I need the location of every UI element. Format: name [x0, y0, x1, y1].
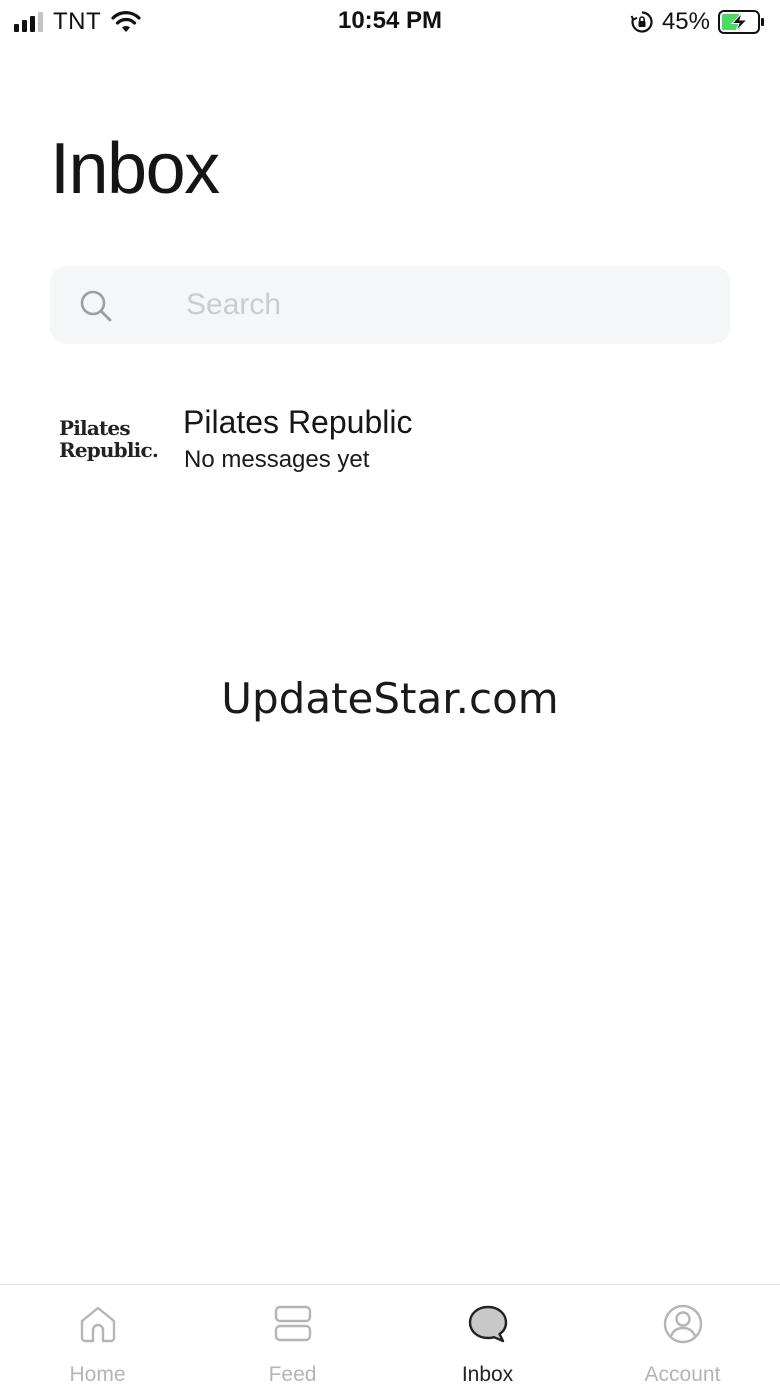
- avatar-logo-line1: Pilates: [59, 416, 131, 440]
- page-title: Inbox: [50, 129, 220, 209]
- avatar-logo-line2: Republic.: [59, 438, 159, 462]
- orientation-lock-icon: [630, 11, 653, 33]
- conversation-preview: No messages yet: [184, 446, 370, 473]
- tab-home-label: Home: [69, 1363, 126, 1386]
- feed-icon: [274, 1305, 312, 1342]
- search-input[interactable]: [186, 266, 706, 344]
- conversation-name: Pilates Republic: [183, 404, 413, 440]
- search-icon: [80, 290, 112, 322]
- tab-inbox-label: Inbox: [461, 1363, 514, 1386]
- avatar: Pilates Republic.: [50, 404, 159, 474]
- inbox-screen: TNT 10:54 PM 45% Inbox Search Pilates Re…: [0, 0, 780, 1387]
- tab-inbox[interactable]: Inbox: [390, 1285, 585, 1387]
- home-icon: [80, 1306, 116, 1343]
- conversation-row[interactable]: Pilates Republic. Pilates Republic No me…: [0, 390, 780, 490]
- tab-bar: Home Feed Inbox Account: [0, 1284, 780, 1387]
- account-icon: [663, 1304, 703, 1344]
- battery-charging-icon: [718, 10, 764, 34]
- watermark-text: UpdateStar.com: [221, 674, 559, 723]
- tab-account-label: Account: [644, 1363, 721, 1386]
- battery-percent: 45%: [661, 8, 710, 35]
- search-bar[interactable]: [50, 266, 730, 344]
- status-bar: TNT 10:54 PM 45%: [0, 0, 780, 44]
- status-right: 45%: [630, 8, 766, 36]
- chat-bubble-icon: [468, 1305, 508, 1343]
- tab-feed-label: Feed: [268, 1363, 317, 1386]
- tab-home[interactable]: Home: [0, 1285, 195, 1387]
- tab-account[interactable]: Account: [585, 1285, 780, 1387]
- tab-feed[interactable]: Feed: [195, 1285, 390, 1387]
